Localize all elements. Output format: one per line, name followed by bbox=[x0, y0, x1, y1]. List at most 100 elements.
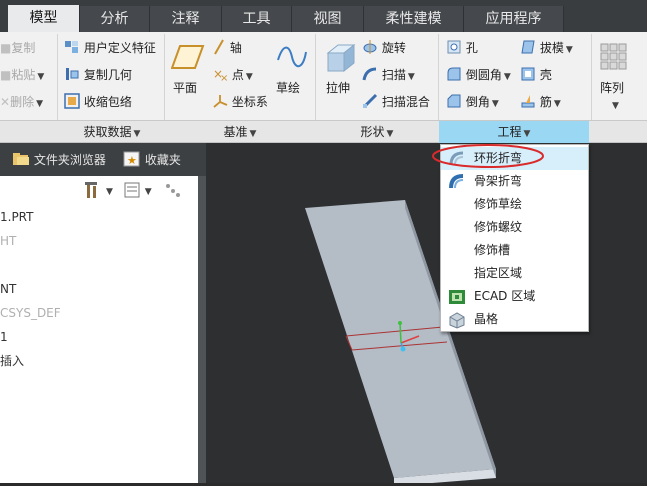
group-separator bbox=[57, 34, 58, 120]
csys-y-axis bbox=[399, 322, 402, 344]
menu-item-label: 骨架折弯 bbox=[474, 174, 523, 188]
point-icon: ×× bbox=[213, 67, 228, 84]
axis-icon bbox=[214, 39, 224, 55]
copy-label: 复制 bbox=[11, 41, 36, 55]
engineering-dropdown-menu: 环形折弯 骨架折弯 修饰草绘 修饰螺纹 修饰槽 指定区域 ECAD 区域 晶格 bbox=[440, 144, 589, 332]
tree-item-part[interactable]: 1.PRT bbox=[0, 208, 33, 226]
udf-button[interactable]: 用户定义特征 bbox=[64, 38, 156, 58]
chamfer-label: 倒角 bbox=[465, 95, 490, 109]
point-label: 点 bbox=[231, 68, 244, 82]
menu-item-label: 修饰槽 bbox=[474, 243, 511, 257]
round-icon bbox=[447, 67, 461, 81]
plane-label: 平面 bbox=[173, 81, 198, 95]
menu-item-cosmetic-groove[interactable]: 修饰槽 bbox=[441, 239, 588, 262]
pattern-icon bbox=[600, 43, 627, 70]
extrude-button[interactable]: 拉伸 bbox=[322, 40, 358, 110]
hole-button[interactable]: 孔 bbox=[446, 38, 478, 58]
tab-favorites[interactable]: ★ 收藏夹 bbox=[123, 150, 181, 170]
menu-item-spinal-bend[interactable]: 骨架折弯 bbox=[441, 170, 588, 193]
copy-geometry-button[interactable]: 复制几何 bbox=[64, 65, 132, 85]
left-panel-scrollbar[interactable] bbox=[198, 176, 206, 483]
csys-label: 坐标系 bbox=[231, 95, 268, 109]
draft-icon bbox=[521, 40, 535, 54]
sketch-button[interactable]: 草绘 bbox=[274, 40, 310, 110]
chamfer-button[interactable]: 倒角 ▼ bbox=[446, 92, 499, 112]
tree-columns-icon[interactable] bbox=[123, 180, 143, 200]
paste-button[interactable]: ■粘贴 ▼ bbox=[0, 65, 44, 85]
revolve-icon bbox=[363, 40, 377, 54]
menu-item-lattice[interactable]: 晶格 bbox=[441, 308, 588, 331]
group-get-data-label: 获取数据 bbox=[83, 125, 132, 139]
paste-label: 粘贴 bbox=[11, 68, 36, 82]
tab-analysis[interactable]: 分析 bbox=[80, 6, 150, 32]
round-label: 倒圆角 bbox=[465, 68, 502, 82]
group-get-data[interactable]: 获取数据 ▼ bbox=[60, 121, 164, 143]
left-panel-tabs: 文件夹浏览器 ★ 收藏夹 bbox=[0, 143, 206, 176]
tab-folder-browser-label: 文件夹浏览器 bbox=[33, 153, 106, 167]
menu-item-cosmetic-sketch[interactable]: 修饰草绘 bbox=[441, 193, 588, 216]
menu-item-designate-area[interactable]: 指定区域 bbox=[441, 262, 588, 285]
shrinkwrap-icon bbox=[64, 93, 80, 109]
copy-button[interactable]: ■复制 bbox=[0, 38, 35, 58]
tab-model[interactable]: 模型 bbox=[8, 5, 80, 33]
shell-icon bbox=[521, 67, 535, 81]
favorites-icon: ★ bbox=[123, 151, 140, 167]
swept-blend-button[interactable]: 扫描混合 bbox=[362, 92, 430, 112]
draft-button[interactable]: 拔模 ▼ bbox=[520, 38, 573, 58]
tree-item[interactable]: 1 bbox=[0, 328, 8, 346]
rib-button[interactable]: 筋 ▼ bbox=[520, 92, 561, 112]
tree-filter-icon[interactable] bbox=[162, 180, 184, 200]
spinal-bend-icon bbox=[449, 174, 464, 189]
point-button[interactable]: × × 点 ▼ bbox=[212, 65, 253, 85]
swept-blend-label: 扫描混合 bbox=[381, 95, 430, 109]
lattice-icon bbox=[449, 312, 465, 329]
tab-applications[interactable]: 应用程序 bbox=[464, 6, 564, 32]
menu-item-label: ECAD 区域 bbox=[474, 289, 536, 303]
plane-button[interactable]: 平面 bbox=[170, 40, 206, 110]
extrude-icon bbox=[326, 43, 356, 73]
tree-item[interactable]: NT bbox=[0, 280, 16, 298]
extrude-label: 拉伸 bbox=[326, 81, 351, 95]
group-engineering[interactable]: 工程 ▼ bbox=[439, 121, 589, 143]
pattern-dropdown-arrow[interactable]: ▼ bbox=[612, 101, 619, 111]
copy-geometry-label: 复制几何 bbox=[83, 68, 132, 82]
round-button[interactable]: 倒圆角 ▼ bbox=[446, 65, 511, 85]
delete-label: 删除 bbox=[10, 95, 35, 109]
axis-button[interactable]: 轴 bbox=[212, 38, 242, 58]
udf-label: 用户定义特征 bbox=[83, 41, 156, 55]
tree-item[interactable]: HT bbox=[0, 232, 16, 250]
sketch-label: 草绘 bbox=[276, 81, 301, 95]
tab-view[interactable]: 视图 bbox=[292, 6, 364, 32]
sketch-icon bbox=[277, 46, 307, 68]
tab-annotate[interactable]: 注释 bbox=[150, 6, 222, 32]
revolve-button[interactable]: 旋转 bbox=[362, 38, 406, 58]
shell-button[interactable]: 壳 bbox=[520, 65, 552, 85]
csys-origin bbox=[400, 346, 406, 352]
group-datum[interactable]: 基准 ▼ bbox=[165, 121, 315, 143]
menu-item-ecad-area[interactable]: ECAD 区域 bbox=[441, 285, 588, 308]
csys-icon bbox=[213, 95, 228, 108]
delete-button[interactable]: ✕删除 ▼ bbox=[0, 92, 43, 112]
sweep-button[interactable]: 扫描 ▼ bbox=[362, 65, 415, 85]
menu-item-label: 指定区域 bbox=[474, 266, 523, 280]
pattern-button[interactable]: 阵列 ▼ bbox=[596, 40, 636, 111]
tree-settings-dropdown[interactable]: ▼ bbox=[106, 187, 113, 197]
tree-settings-icon[interactable] bbox=[84, 180, 104, 200]
csys-button[interactable]: 坐标系 bbox=[212, 92, 268, 112]
tree-item-csys[interactable]: CSYS_DEF bbox=[0, 304, 61, 322]
tab-flexible-modeling[interactable]: 柔性建模 bbox=[364, 6, 464, 32]
menu-item-cosmetic-thread[interactable]: 修饰螺纹 bbox=[441, 216, 588, 239]
revolve-label: 旋转 bbox=[381, 41, 406, 55]
tab-tools[interactable]: 工具 bbox=[222, 6, 292, 32]
group-shapes[interactable]: 形状 ▼ bbox=[316, 121, 438, 143]
group-separator bbox=[164, 34, 165, 120]
chamfer-icon bbox=[447, 94, 461, 108]
ribbon: ■复制 ■粘贴 ▼ ✕删除 ▼ 用户定义特征 复制几何 收缩包络 平面 轴 × × 点… bbox=[0, 32, 647, 121]
tree-item-insert[interactable]: 插入 bbox=[0, 352, 24, 370]
hole-label: 孔 bbox=[465, 41, 478, 55]
sweep-label: 扫描 bbox=[381, 68, 406, 82]
shrinkwrap-button[interactable]: 收缩包络 bbox=[64, 92, 132, 112]
tree-columns-dropdown[interactable]: ▼ bbox=[145, 187, 152, 197]
tab-folder-browser[interactable]: 文件夹浏览器 bbox=[12, 150, 106, 170]
plane-icon bbox=[171, 45, 205, 69]
